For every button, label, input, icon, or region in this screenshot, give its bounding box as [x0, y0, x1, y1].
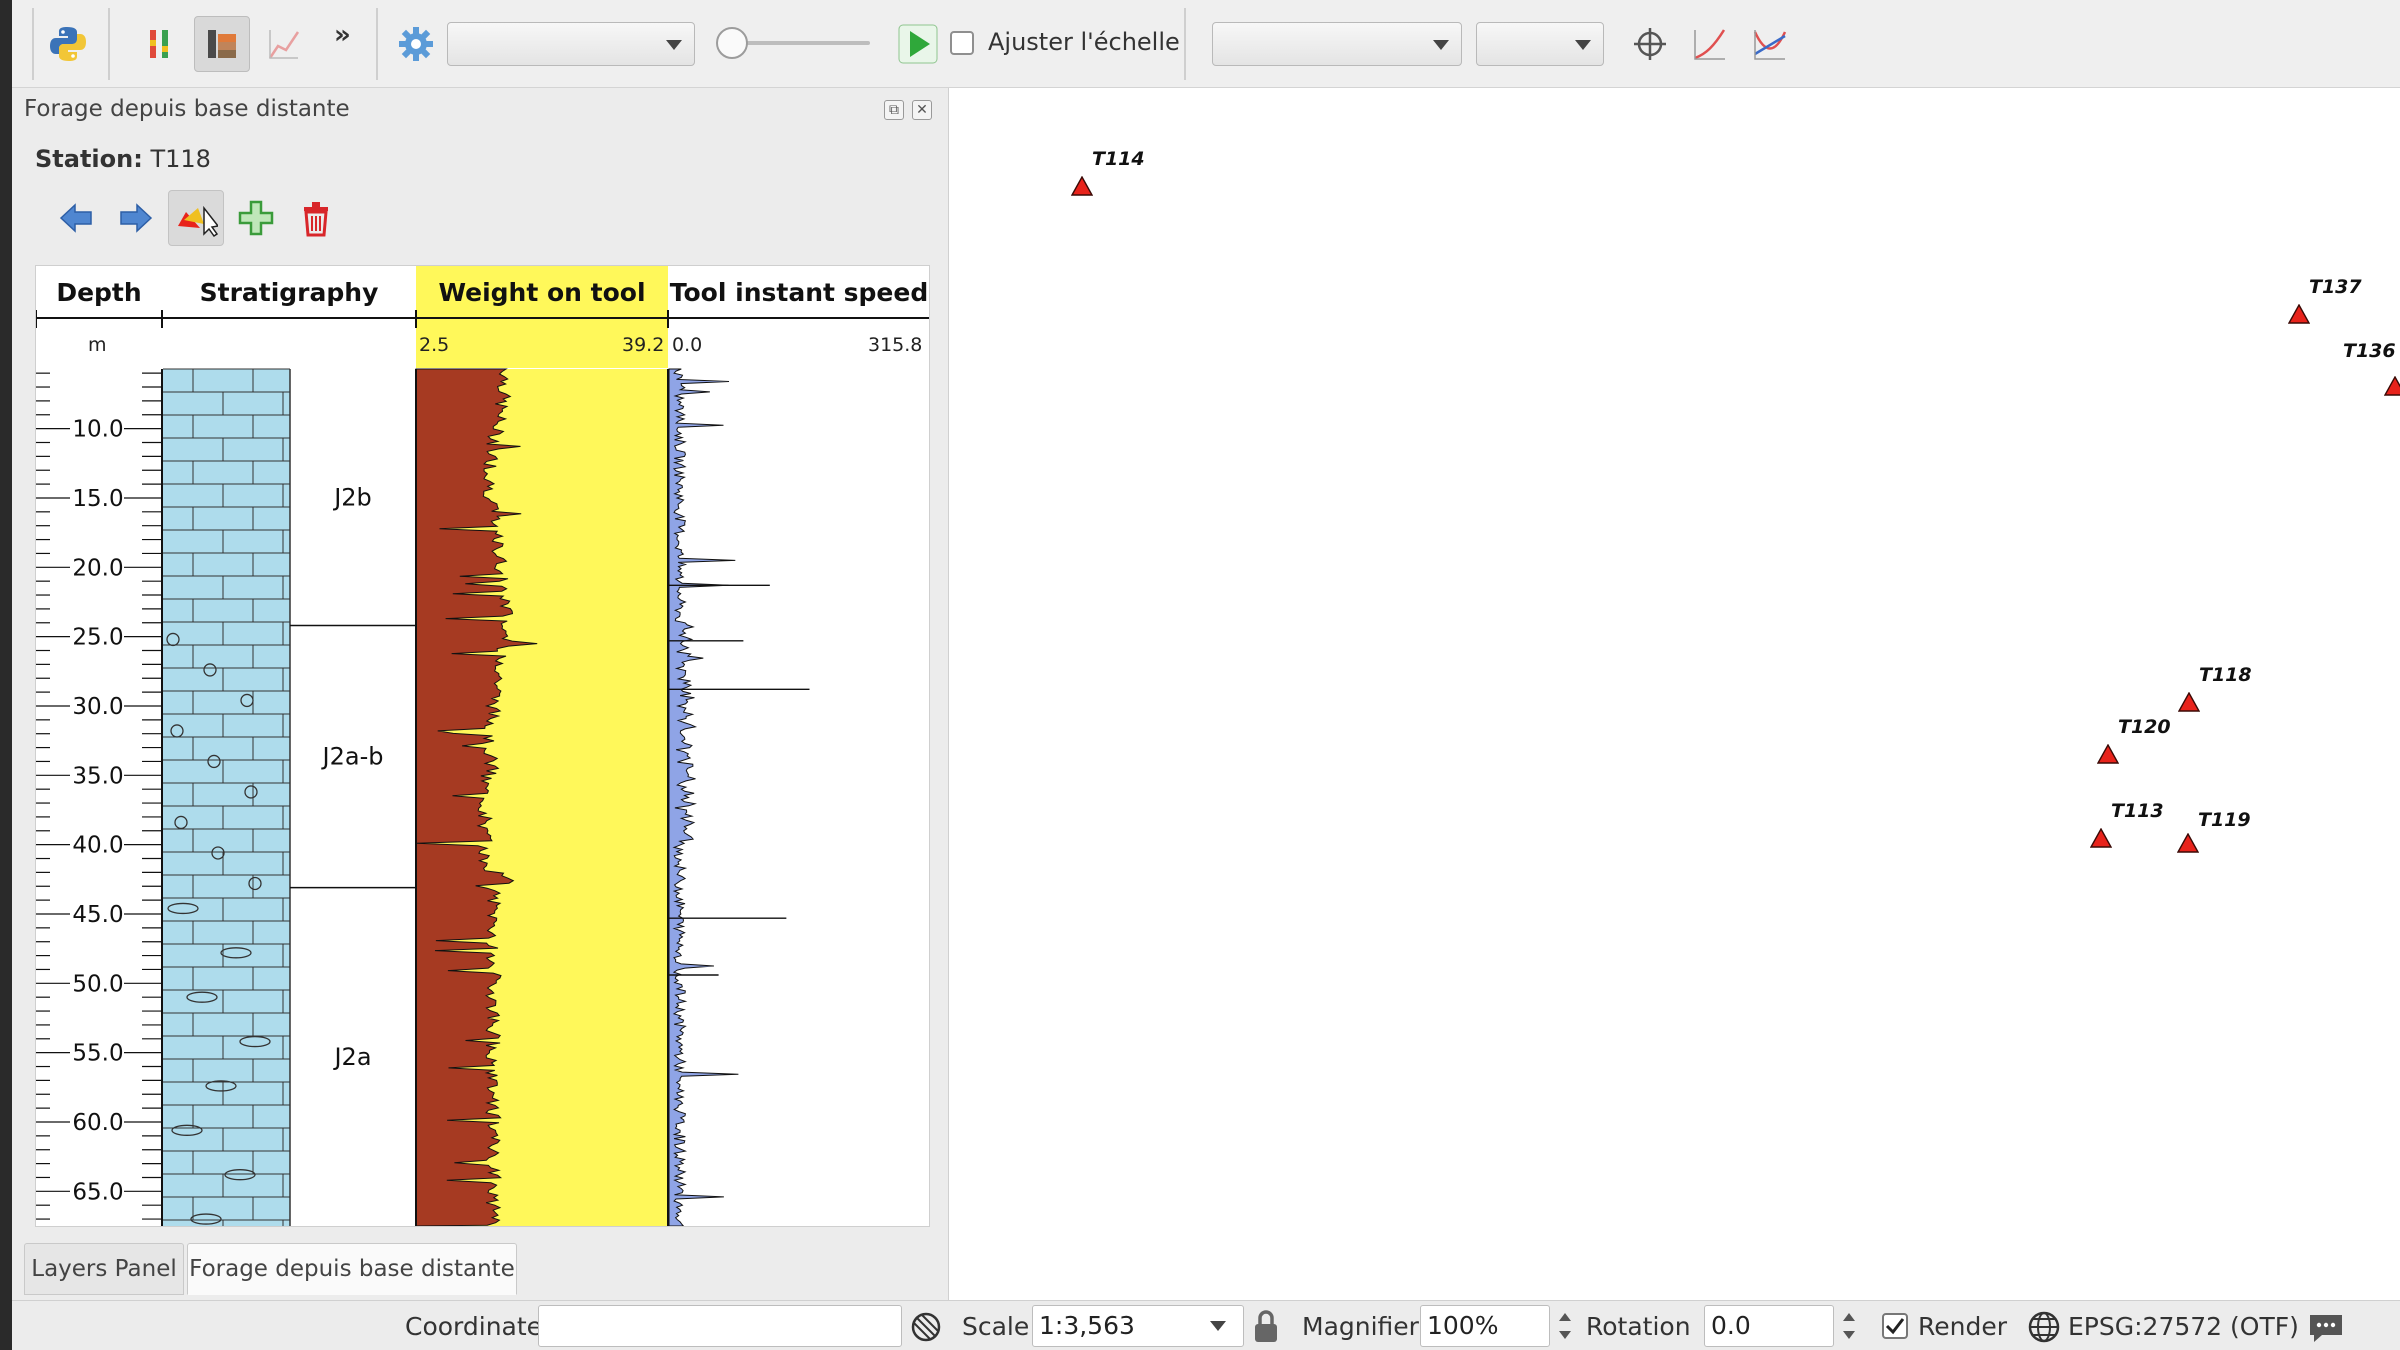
well-log-view[interactable]: Depth Stratigraphy Weight on tool Tool i… [35, 265, 930, 1227]
close-dock-icon[interactable]: ✕ [912, 100, 932, 120]
curve-icon[interactable] [1682, 16, 1738, 72]
chevron-down-icon [1575, 40, 1591, 50]
status-bar: Coordinate Scale 1:3,563 Magnifier 100% … [12, 1300, 2400, 1350]
python-icon[interactable] [40, 16, 96, 72]
depth-tick-label: 25.0 [72, 625, 123, 651]
dock-title: Forage depuis base distante [24, 96, 350, 122]
station-marker-icon[interactable] [2383, 375, 2400, 400]
main-toolbar: » Ajuster l'échelle [12, 0, 2400, 88]
station-marker-icon[interactable] [1070, 175, 1094, 200]
magnifier-label: Magnifier [1302, 1312, 1419, 1341]
depth-tick-label: 40.0 [72, 833, 123, 859]
plot-icon[interactable] [256, 16, 312, 72]
limestone-column [163, 369, 290, 1226]
rotation-field[interactable]: 0.0 [1704, 1305, 1834, 1347]
opacity-slider[interactable] [734, 41, 870, 45]
select-station-icon[interactable] [168, 190, 224, 246]
render-label: Render [1918, 1312, 2008, 1341]
station-label: T114 [1092, 148, 1145, 170]
crosshair-icon[interactable] [1622, 16, 1678, 72]
fit-curves-icon[interactable] [1742, 16, 1798, 72]
app-window: » Ajuster l'échelle Forage depuis base d… [12, 0, 2400, 1350]
station-marker-icon[interactable] [2287, 303, 2311, 328]
add-column-icon[interactable] [228, 190, 284, 246]
station-label: T136 [2343, 340, 2396, 362]
depth-tick-label: 15.0 [72, 486, 123, 512]
forage-dock-panel: Forage depuis base distante ⧉ ✕ Station:… [12, 88, 942, 1300]
toolbar-separator [108, 8, 110, 80]
depth-tick-label: 35.0 [72, 763, 123, 789]
station-value: T118 [150, 145, 211, 173]
depth-tick-label: 60.0 [72, 1110, 123, 1136]
fit-scale-label: Ajuster l'échelle [988, 28, 1180, 56]
messages-icon[interactable] [2306, 1309, 2346, 1349]
depth-tick-label: 50.0 [72, 971, 123, 997]
tab-layers-panel[interactable]: Layers Panel [24, 1243, 184, 1295]
station-marker-icon[interactable] [2096, 743, 2120, 768]
layer-select-dropdown[interactable] [447, 22, 695, 66]
lock-scale-icon[interactable] [1250, 1308, 1282, 1350]
depth-tick-label: 55.0 [72, 1041, 123, 1067]
depth-tick-label: 20.0 [72, 555, 123, 581]
unit-select-dropdown[interactable] [1476, 22, 1604, 66]
plugin-bars-icon[interactable] [132, 16, 188, 72]
scale-label: Scale [962, 1312, 1030, 1341]
next-station-icon[interactable] [108, 190, 164, 246]
chevron-down-icon [666, 40, 682, 50]
float-dock-icon[interactable]: ⧉ [884, 100, 904, 120]
station-marker-icon[interactable] [2177, 691, 2201, 716]
magnifier-field[interactable]: 100% [1420, 1305, 1550, 1347]
station-label: Station: [35, 145, 143, 173]
magnifier-spinner[interactable] [1555, 1305, 1575, 1347]
toolbar-separator [1184, 8, 1186, 80]
map-canvas[interactable]: T114 T137 T136 T118 T120 T113 T119 [948, 88, 2400, 1300]
crs-globe-icon[interactable] [2026, 1309, 2062, 1349]
render-checkbox[interactable] [1882, 1313, 1908, 1339]
station-info: Station: T118 [35, 145, 211, 173]
stratigraphy-icon[interactable] [194, 16, 250, 72]
depth-tick-label: 45.0 [72, 902, 123, 928]
extents-toggle-icon[interactable] [908, 1309, 944, 1349]
formation-label: J2a-b [321, 743, 384, 771]
station-label: T137 [2309, 276, 2362, 298]
station-label: T118 [2199, 664, 2252, 686]
delete-column-icon[interactable] [288, 190, 344, 246]
tab-forage[interactable]: Forage depuis base distante [187, 1243, 517, 1295]
station-label: T120 [2118, 716, 2171, 738]
crs-label[interactable]: EPSG:27572 (OTF) [2068, 1312, 2299, 1341]
slider-handle[interactable] [716, 27, 748, 59]
chevron-down-icon[interactable] [1210, 1321, 1226, 1331]
station-marker-icon[interactable] [2176, 832, 2200, 857]
depth-tick-label: 65.0 [72, 1179, 123, 1205]
station-marker-icon[interactable] [2089, 827, 2113, 852]
fit-scale-checkbox[interactable] [950, 31, 974, 55]
rotation-spinner[interactable] [1839, 1305, 1859, 1347]
field-select-dropdown[interactable] [1212, 22, 1462, 66]
formation-label: J2a [332, 1043, 371, 1071]
depth-tick-label: 10.0 [72, 417, 123, 443]
toolbar-separator [376, 8, 378, 80]
station-label: T119 [2198, 809, 2251, 831]
previous-station-icon[interactable] [48, 190, 104, 246]
log-tracks-canvas: 10.0 15.0 20.0 25.0 30.0 35.0 40.0 45.0 50.0 55.0… [36, 310, 929, 1226]
settings-gear-icon[interactable] [388, 16, 444, 72]
speed-curve [668, 368, 739, 1226]
run-icon[interactable] [890, 16, 946, 72]
toolbar-overflow-button[interactable]: » [334, 20, 351, 50]
coordinate-field[interactable] [538, 1305, 902, 1347]
station-label: T113 [2111, 800, 2164, 822]
chevron-down-icon [1433, 40, 1449, 50]
formation-label: J2b [332, 483, 372, 511]
toolbar-separator [32, 8, 34, 80]
rotation-label: Rotation [1586, 1312, 1691, 1341]
coordinate-label: Coordinate [405, 1312, 543, 1341]
depth-tick-label: 30.0 [72, 694, 123, 720]
